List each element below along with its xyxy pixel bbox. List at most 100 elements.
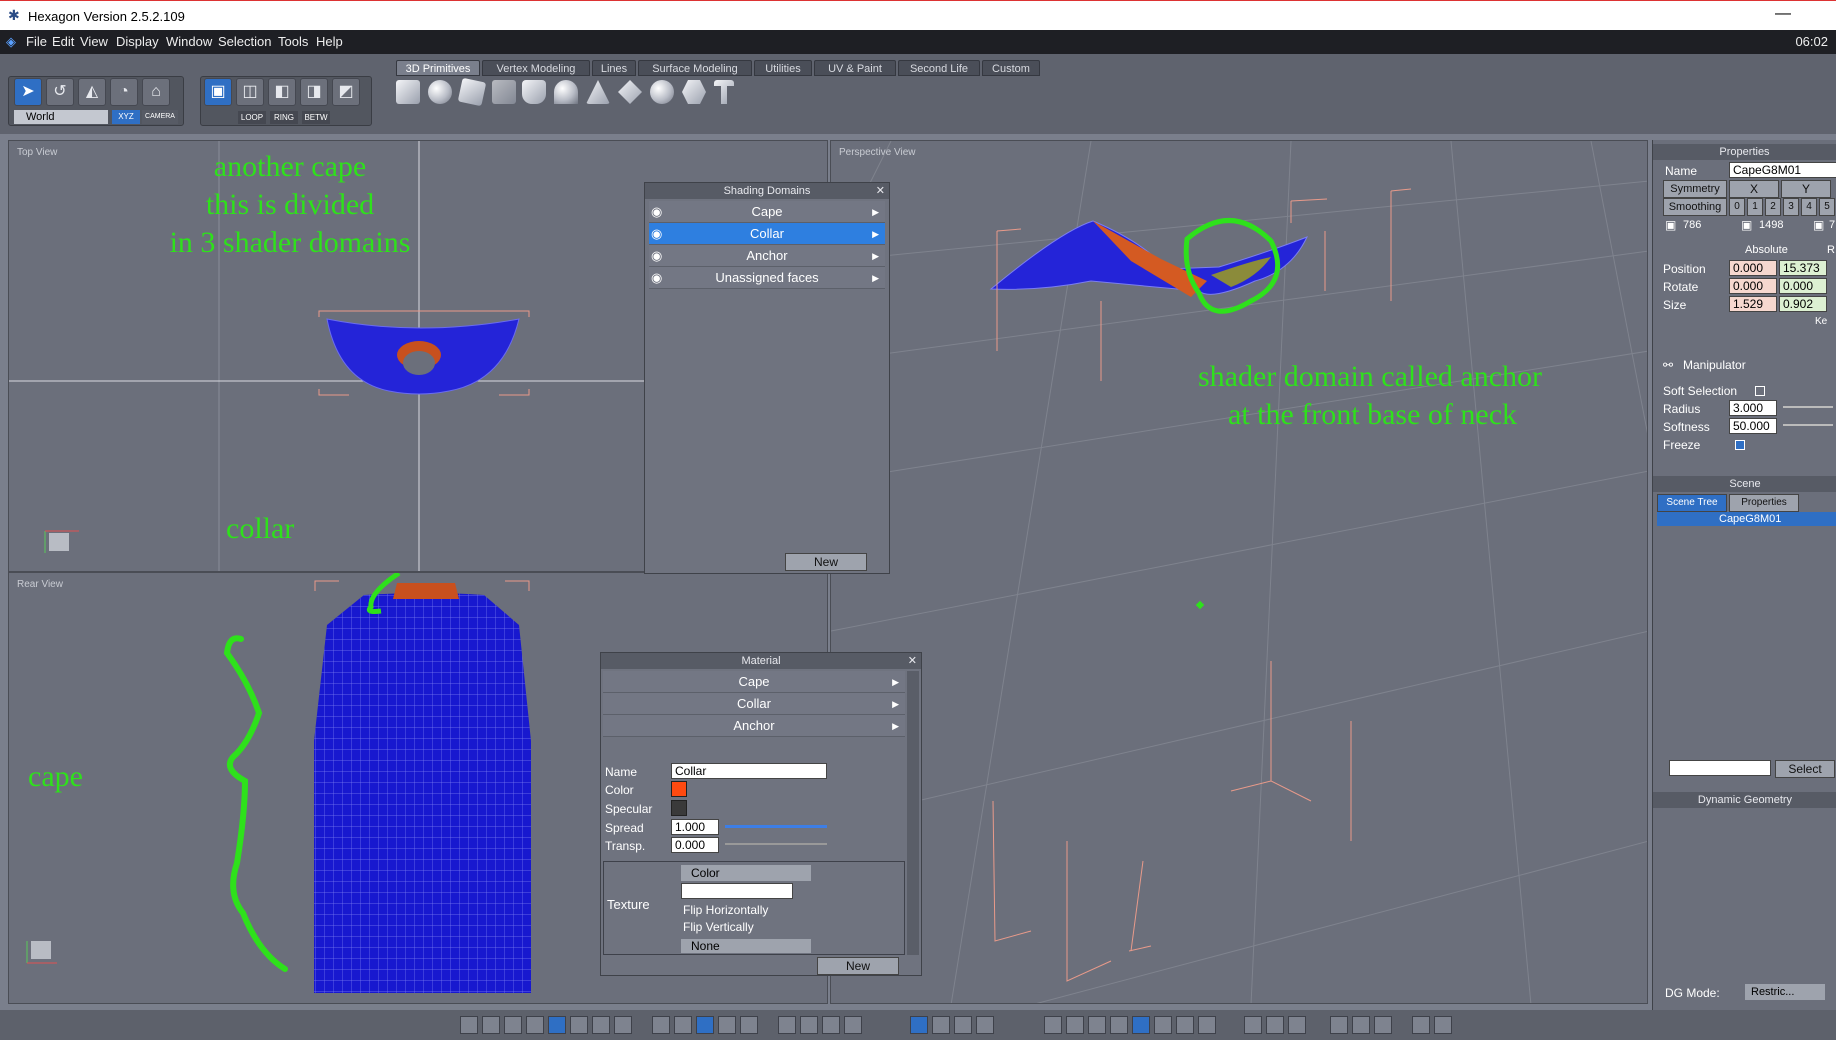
absolute-radio-label[interactable]: Absolute (1745, 244, 1788, 256)
face-mode-icon[interactable]: ◫ (236, 78, 264, 106)
domain-item-unassigned[interactable]: ◉ Unassigned faces ▶ (649, 267, 885, 289)
cylinder-icon[interactable] (522, 80, 546, 104)
menu-file[interactable]: File (26, 34, 47, 49)
layout-three-icon[interactable] (526, 1016, 544, 1034)
transp-field[interactable]: 0.000 (671, 837, 719, 853)
sphere-icon[interactable] (428, 80, 452, 104)
loop-button[interactable]: LOOP (238, 111, 266, 124)
lit-sphere-icon[interactable] (1198, 1016, 1216, 1034)
grid-icon[interactable] (492, 80, 516, 104)
select-arrow-icon[interactable]: ➤ (14, 78, 42, 106)
render-icon[interactable] (1330, 1016, 1348, 1034)
minimize-button[interactable]: — (1775, 5, 1791, 23)
app-menu-icon[interactable]: ◈ (6, 34, 16, 50)
close-icon[interactable]: ✕ (876, 183, 885, 199)
lasso-icon[interactable]: ↺ (46, 78, 74, 106)
table-view-icon[interactable] (718, 1016, 736, 1034)
menu-display[interactable]: Display (116, 34, 159, 49)
camera-button[interactable]: CAMERA (142, 110, 178, 124)
material-item-collar[interactable]: Collar ▶ (603, 693, 905, 715)
scene-search-field[interactable] (1669, 760, 1771, 776)
target-icon[interactable] (800, 1016, 818, 1034)
tab-utilities[interactable]: Utilities (754, 60, 812, 76)
layout-single-icon[interactable] (460, 1016, 478, 1034)
domain-item-collar[interactable]: ◉ Collar ▶ (649, 223, 885, 245)
half-globe-icon[interactable] (1154, 1016, 1172, 1034)
ring-button[interactable]: RING (270, 111, 298, 124)
rotate-y-field[interactable]: 0.000 (1779, 278, 1827, 294)
edge-mode-icon[interactable]: ◧ (268, 78, 296, 106)
spread-slider[interactable] (725, 825, 827, 828)
close-icon[interactable]: ✕ (908, 653, 917, 669)
smoothing-level-0[interactable]: 0 (1729, 198, 1745, 216)
position-x-field[interactable]: 0.000 (1729, 260, 1777, 276)
layout-quad-icon[interactable] (482, 1016, 500, 1034)
symmetry-x-button[interactable]: X (1729, 180, 1779, 198)
shadow-toggle-icon[interactable] (1266, 1016, 1284, 1034)
keep-label[interactable]: Ke (1815, 316, 1827, 327)
smoothing-button[interactable]: Smoothing (1663, 198, 1727, 216)
softness-slider[interactable] (1783, 424, 1833, 426)
paint-select-icon[interactable]: ◭ (78, 78, 106, 106)
geosphere-icon[interactable] (650, 80, 674, 104)
layout-rows-icon[interactable] (592, 1016, 610, 1034)
object-mode-icon[interactable]: ▣ (204, 78, 232, 106)
scene-item[interactable]: CapeG8M01 (1657, 512, 1836, 526)
cube-icon[interactable] (396, 80, 420, 104)
position-y-field[interactable]: 15.373 (1779, 260, 1827, 276)
symmetry-y-button[interactable]: Y (1781, 180, 1831, 198)
tab-uv-paint[interactable]: UV & Paint (814, 60, 896, 76)
eye-view-icon[interactable] (844, 1016, 862, 1034)
smoothing-level-4[interactable]: 4 (1801, 198, 1817, 216)
xyz-button[interactable]: XYZ (112, 110, 140, 124)
texture-none-dropdown[interactable]: None (681, 939, 811, 953)
soft-selection-checkbox[interactable] (1755, 386, 1765, 396)
menu-selection[interactable]: Selection (218, 34, 271, 49)
smoothing-level-1[interactable]: 1 (1747, 198, 1763, 216)
rotate-manipulator-icon[interactable] (932, 1016, 950, 1034)
plane-icon[interactable] (457, 77, 487, 107)
size-x-field[interactable]: 1.529 (1729, 296, 1777, 312)
material-item-cape[interactable]: Cape ▶ (603, 671, 905, 693)
smooth-globe-icon[interactable] (1088, 1016, 1106, 1034)
vertex-mode-icon[interactable]: ◨ (300, 78, 328, 106)
perspective-viewport[interactable]: Perspective View (830, 140, 1648, 1004)
eye-icon[interactable]: ◉ (651, 245, 662, 267)
paint-view-icon[interactable] (674, 1016, 692, 1034)
auto-mode-icon[interactable]: ◩ (332, 78, 360, 106)
smoothing-level-2[interactable]: 2 (1765, 198, 1781, 216)
menu-help[interactable]: Help (316, 34, 343, 49)
material-item-anchor[interactable]: Anchor ▶ (603, 715, 905, 737)
layout-columns-icon[interactable] (570, 1016, 588, 1034)
eye-icon[interactable]: ◉ (651, 223, 662, 245)
specular-swatch[interactable] (671, 800, 687, 816)
eye-icon[interactable]: ◉ (651, 201, 662, 223)
magnet-icon[interactable]: ◔ (110, 78, 138, 106)
texture-type-dropdown[interactable]: Color (681, 865, 811, 881)
book-icon[interactable] (1374, 1016, 1392, 1034)
smoothing-level-3[interactable]: 3 (1783, 198, 1799, 216)
relative-radio-label[interactable]: R (1827, 244, 1835, 256)
grid-view-icon[interactable] (696, 1016, 714, 1034)
layout-vertical-icon[interactable] (614, 1016, 632, 1034)
uv-view-icon[interactable] (652, 1016, 670, 1034)
eye-icon[interactable]: ◉ (651, 267, 662, 289)
sheet-view-icon[interactable] (740, 1016, 758, 1034)
domain-item-cape[interactable]: ◉ Cape ▶ (649, 201, 885, 223)
render-settings-icon[interactable] (1412, 1016, 1430, 1034)
scene-tree-tab[interactable]: Scene Tree (1657, 494, 1727, 512)
radius-slider[interactable] (1783, 406, 1833, 408)
layout-active-icon[interactable] (548, 1016, 566, 1034)
domain-item-anchor[interactable]: ◉ Anchor ▶ (649, 245, 885, 267)
light-toggle-icon[interactable] (1244, 1016, 1262, 1034)
menu-edit[interactable]: Edit (52, 34, 74, 49)
tab-surface-modeling[interactable]: Surface Modeling (638, 60, 752, 76)
cone-icon[interactable] (554, 80, 578, 104)
coord-system-dropdown[interactable]: World (14, 110, 108, 124)
scene-properties-tab[interactable]: Properties (1729, 494, 1799, 512)
new-material-button[interactable]: New (817, 957, 899, 975)
texture-path-field[interactable] (681, 883, 793, 899)
object-name-field[interactable]: CapeG8M01 (1729, 162, 1836, 178)
ghost-icon[interactable]: ⌂ (142, 78, 170, 106)
size-y-field[interactable]: 0.902 (1779, 296, 1827, 312)
